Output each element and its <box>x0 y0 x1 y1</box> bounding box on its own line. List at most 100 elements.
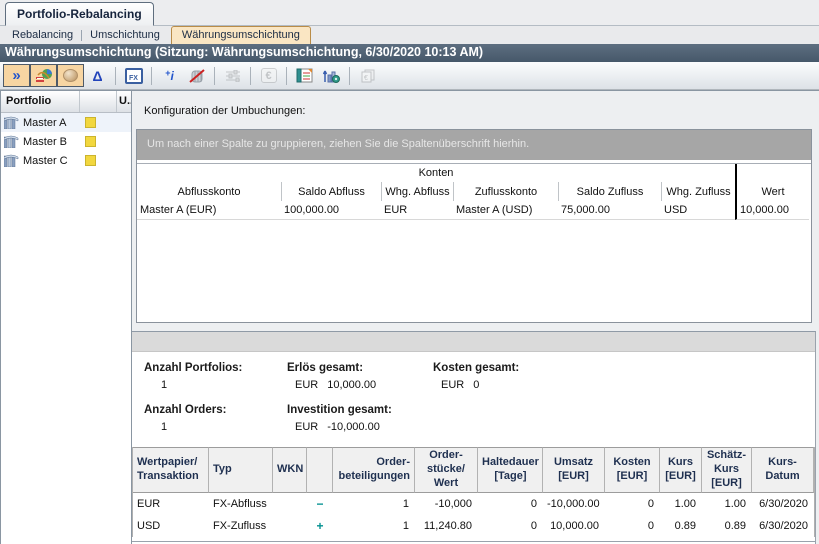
cell-saldo-abfluss[interactable]: 100,000.00 <box>281 201 381 220</box>
cell-wert[interactable]: 10,000.00 <box>735 201 809 220</box>
cell-umsatz[interactable]: 10,000.00 <box>543 515 605 537</box>
portfolio-row-master-b[interactable]: Master B <box>1 132 131 151</box>
toolbar-separator <box>214 67 215 85</box>
svg-text:€: € <box>364 75 368 82</box>
currency-button[interactable]: € <box>255 64 282 87</box>
toolbar-separator <box>250 67 251 85</box>
column-header-haltedauer[interactable]: Haltedauer [Tage] <box>478 447 543 493</box>
cell-whg-zufluss[interactable]: USD <box>661 201 735 220</box>
portfolio-panel-header: Portfolio U... <box>1 91 131 113</box>
column-header-whg-abfluss[interactable]: Whg. Abfluss <box>381 182 453 201</box>
sphere-button[interactable] <box>57 64 84 87</box>
column-header-typ[interactable]: Typ <box>209 447 273 493</box>
cell-whg-abfluss[interactable]: EUR <box>381 201 453 220</box>
cell-abflusskonto[interactable]: Master A (EUR) <box>137 201 281 220</box>
report-button[interactable] <box>291 64 318 87</box>
wert-group-spacer <box>735 164 809 182</box>
sub-tab-bar: Rebalancing Umschichtung Währungsumschic… <box>0 26 819 44</box>
cell-sign-minus[interactable]: − <box>307 493 333 515</box>
cell-haltedauer[interactable]: 0 <box>478 493 543 515</box>
summary-label: Kosten gesamt: <box>433 362 815 374</box>
summary-value: 1 <box>161 421 167 433</box>
cell-saldo-zufluss[interactable]: 75,000.00 <box>558 201 661 220</box>
cell-haltedauer[interactable]: 0 <box>478 515 543 537</box>
cell-kosten[interactable]: 0 <box>605 515 660 537</box>
column-header-orderstuecke-wert[interactable]: Order- stücke/ Wert <box>415 447 478 493</box>
portfolio-row-master-c[interactable]: Master C <box>1 151 131 170</box>
tab-rebalancing[interactable]: Rebalancing <box>4 27 81 44</box>
cell-wkn[interactable] <box>273 493 307 515</box>
summary-label: Anzahl Orders: <box>144 404 287 416</box>
cell-orderstuecke-wert[interactable]: -10,000 <box>415 493 478 515</box>
konten-table: Konten Abflusskonto Saldo Abfluss Whg. A… <box>137 163 811 220</box>
cell-umsatz[interactable]: -10,000.00 <box>543 493 605 515</box>
cell-kurs[interactable]: 0.89 <box>660 515 702 537</box>
tab-waehrungsumschichtung[interactable]: Währungsumschichtung <box>171 26 311 44</box>
cell-orderstuecke-wert[interactable]: 11,240.80 <box>415 515 478 537</box>
rebalance-button[interactable] <box>30 64 57 87</box>
summary-label: Anzahl Portfolios: <box>144 362 287 374</box>
delta-button[interactable]: Δ <box>84 64 111 87</box>
groupby-drop-zone[interactable]: Um nach einer Spalte zu gruppieren, zieh… <box>137 130 811 160</box>
summary-value: 10,000.00 <box>327 379 376 391</box>
column-header-orderbeteiligungen[interactable]: Order- beteiligungen <box>333 447 415 493</box>
copy-orders-button[interactable]: € <box>354 64 381 87</box>
summary-label: Erlös gesamt: <box>287 362 433 374</box>
column-header-whg-zufluss[interactable]: Whg. Zufluss <box>661 182 735 201</box>
tab-umschichtung[interactable]: Umschichtung <box>82 27 168 44</box>
cell-kurs-datum[interactable]: 6/30/2020 <box>752 493 814 515</box>
column-header-wkn[interactable]: WKN <box>273 447 307 493</box>
cell-orderbeteiligungen[interactable]: 1 <box>333 493 415 515</box>
status-yellow-icon <box>85 155 96 166</box>
cell-wertpapier[interactable]: USD <box>133 515 209 537</box>
summary-panel: Anzahl Portfolios: 1 Erlös gesamt: EUR10… <box>132 352 815 447</box>
column-header-kosten[interactable]: Kosten [EUR] <box>605 447 660 493</box>
column-header-kurs[interactable]: Kurs [EUR] <box>660 447 702 493</box>
column-header-wertpapier-transaktion[interactable]: Wertpapier/ Transaktion <box>133 447 209 493</box>
column-header-schaetz-kurs[interactable]: Schätz- Kurs [EUR] <box>702 447 752 493</box>
cell-zuflusskonto[interactable]: Master A (USD) <box>453 201 558 220</box>
cell-typ[interactable]: FX-Abfluss <box>209 493 273 515</box>
portfolio-column-header[interactable]: Portfolio <box>1 91 79 112</box>
status-column-header[interactable] <box>79 91 116 112</box>
column-header-saldo-abfluss[interactable]: Saldo Abfluss <box>281 182 381 201</box>
column-header-wert[interactable]: Wert <box>735 182 809 201</box>
double-chevron-icon: » <box>12 69 20 83</box>
u-column-header[interactable]: U... <box>116 91 131 112</box>
column-header-zuflusskonto[interactable]: Zuflusskonto <box>453 182 558 201</box>
cell-wkn[interactable] <box>273 515 307 537</box>
summary-value: 0 <box>473 379 479 391</box>
expand-button[interactable]: » <box>3 64 30 87</box>
column-header-kurs-datum[interactable]: Kurs- Datum <box>752 447 814 493</box>
portfolio-row-master-a[interactable]: Master A <box>1 113 131 132</box>
column-header-umsatz[interactable]: Umsatz [EUR] <box>543 447 605 493</box>
cell-typ[interactable]: FX-Zufluss <box>209 515 273 537</box>
cell-schaetz-kurs[interactable]: 0.89 <box>702 515 752 537</box>
cell-kurs[interactable]: 1.00 <box>660 493 702 515</box>
konten-group-header[interactable]: Konten <box>137 164 735 182</box>
cell-kurs-datum[interactable]: 6/30/2020 <box>752 515 814 537</box>
sphere-icon <box>63 69 78 82</box>
cell-kosten[interactable]: 0 <box>605 493 660 515</box>
main-tab-bar: Portfolio-Rebalancing <box>0 0 819 26</box>
add-info-button[interactable]: +i <box>156 64 183 87</box>
copy-pages-icon: € <box>360 69 376 83</box>
info-plus-icon: +i <box>165 68 174 83</box>
settings-sliders-button[interactable] <box>219 64 246 87</box>
column-header-sign[interactable] <box>307 447 333 493</box>
summary-value: 1 <box>161 379 167 391</box>
summary-label: Investition gesamt: <box>287 404 433 416</box>
orders-table: Wertpapier/ Transaktion Typ WKN Order- b… <box>132 447 815 537</box>
cell-orderbeteiligungen[interactable]: 1 <box>333 515 415 537</box>
cell-wertpapier[interactable]: EUR <box>133 493 209 515</box>
cancel-orders-button[interactable] <box>183 64 210 87</box>
summary-item-anzahl-portfolios: Anzahl Portfolios: 1 <box>144 362 287 391</box>
column-header-saldo-zufluss[interactable]: Saldo Zufluss <box>558 182 661 201</box>
tab-portfolio-rebalancing[interactable]: Portfolio-Rebalancing <box>5 2 154 26</box>
save-fx-button[interactable]: FX <box>120 64 147 87</box>
cell-schaetz-kurs[interactable]: 1.00 <box>702 493 752 515</box>
chart-settings-button[interactable] <box>318 64 345 87</box>
toolbar-separator <box>115 67 116 85</box>
cell-sign-plus[interactable]: + <box>307 515 333 537</box>
column-header-abflusskonto[interactable]: Abflusskonto <box>137 182 281 201</box>
